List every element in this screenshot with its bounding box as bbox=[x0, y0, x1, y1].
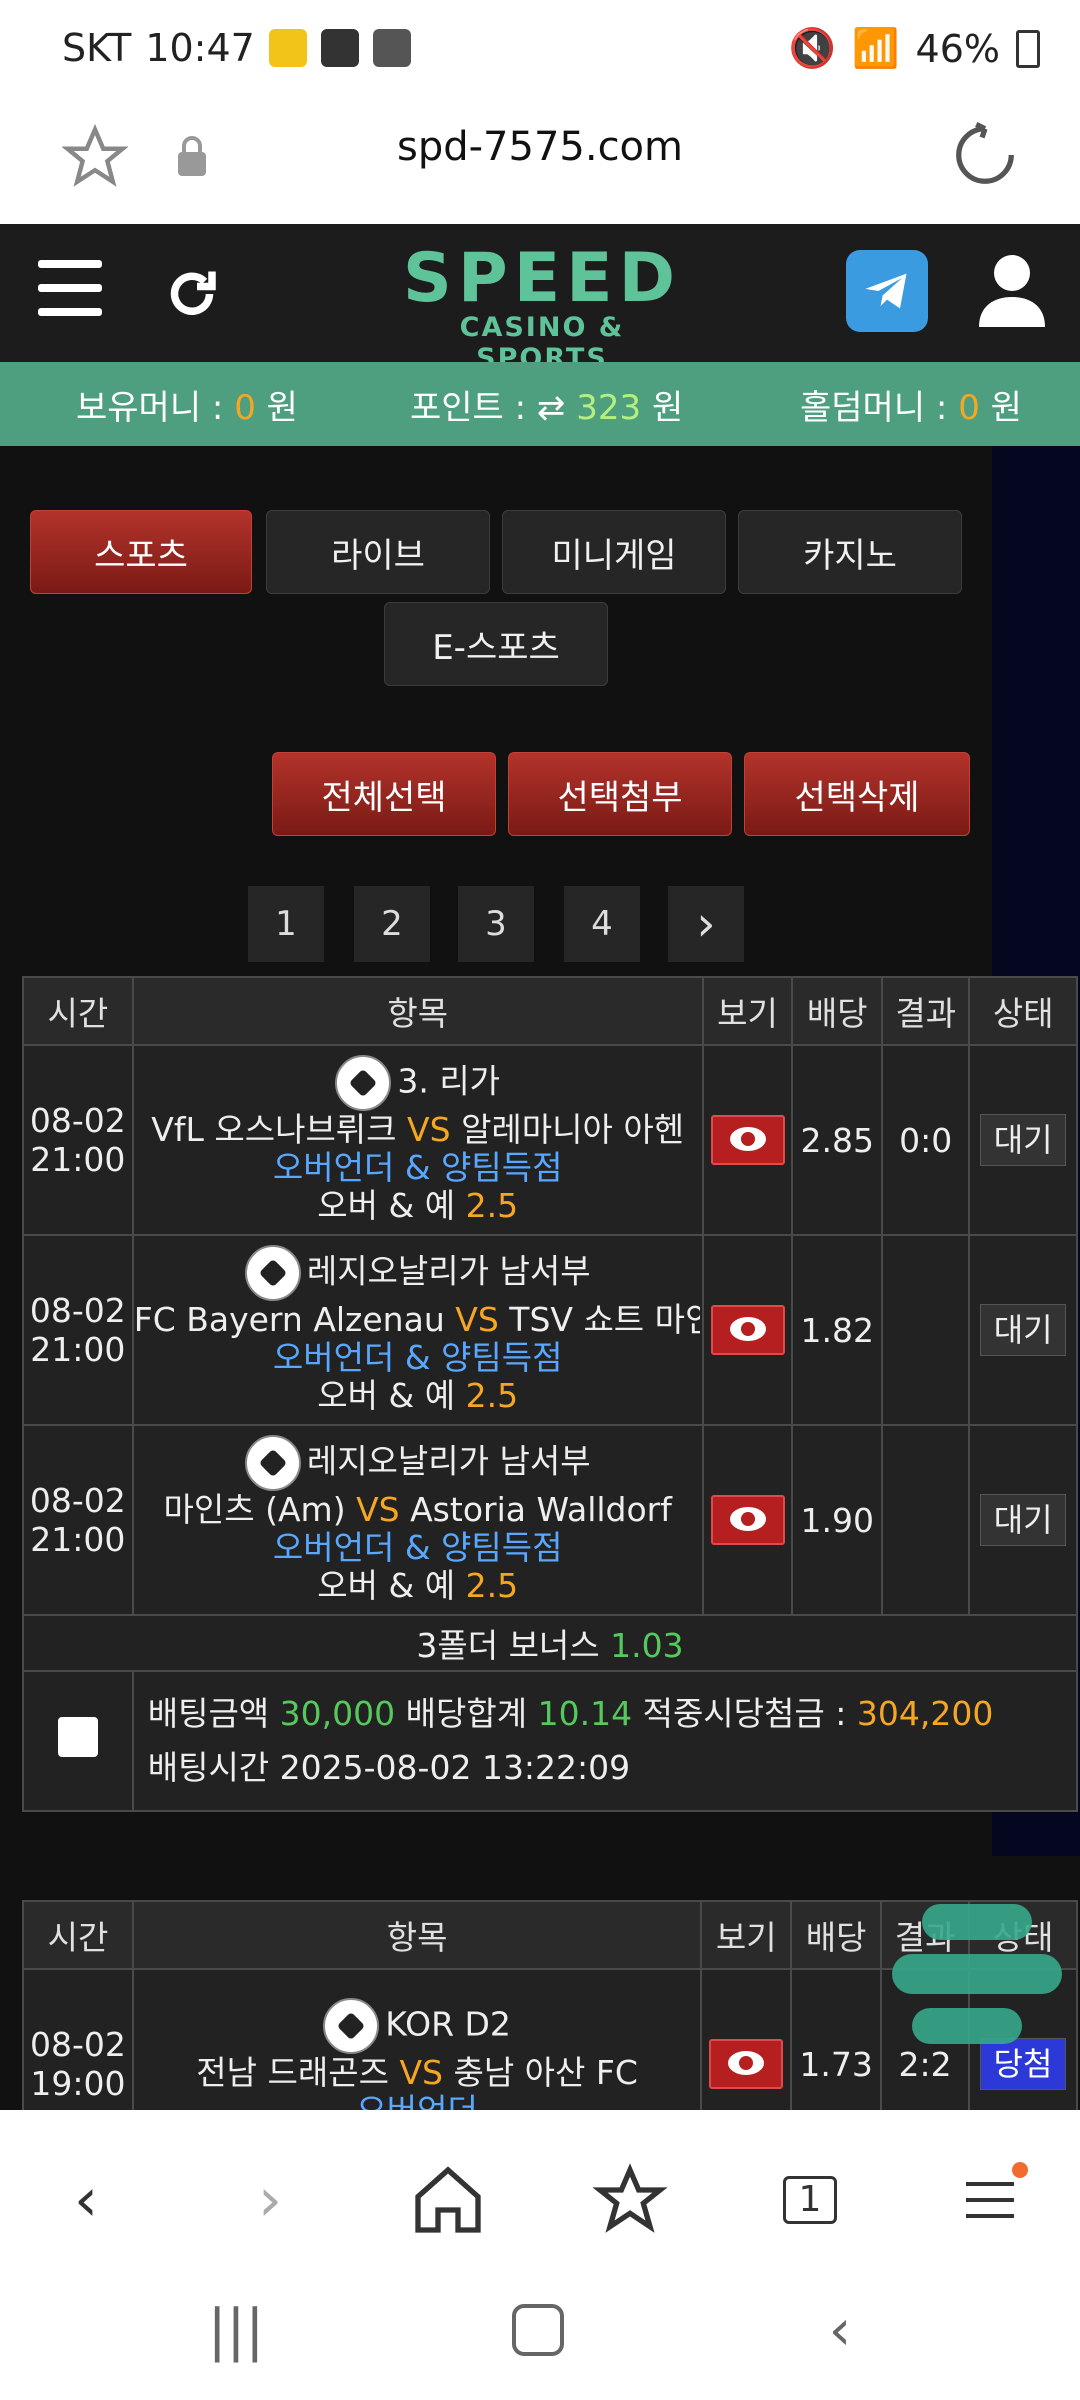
match-datetime: 08-02 19:00 bbox=[22, 1968, 134, 2110]
soccer-ball-icon bbox=[323, 1998, 380, 2054]
tab-sports[interactable]: 스포츠 bbox=[30, 510, 252, 594]
wifi-icon: 📶 bbox=[852, 26, 900, 70]
site-logo[interactable]: SPEED CASINO & SPORTS bbox=[392, 245, 692, 375]
status-badge: 대기 bbox=[980, 1304, 1067, 1356]
app-notification-icon bbox=[268, 29, 307, 67]
tab-casino[interactable]: 카지노 bbox=[738, 510, 962, 594]
money-bar: 보유머니 : 0 원 포인트 : ⇄ 323 원 홀덤머니 : 0 원 bbox=[0, 362, 1080, 446]
hamburger-menu-icon[interactable] bbox=[38, 260, 102, 322]
match-datetime: 08-02 21:00 bbox=[22, 1044, 134, 1236]
table-row: 08-02 21:00 레지오날리가 남서부 마인츠 (Am) VS Astori… bbox=[22, 1424, 1078, 1616]
status-badge: 대기 bbox=[980, 1114, 1067, 1166]
odds-value: 1.90 bbox=[791, 1424, 884, 1616]
carrier: SKT bbox=[62, 26, 132, 70]
select-all-button[interactable]: 전체선택 bbox=[272, 752, 496, 836]
browser-bottom-bar: ‹ › 1 ||| ‹ bbox=[0, 2110, 1080, 2400]
mute-icon: 🔇 bbox=[788, 26, 837, 70]
header-odds: 배당 bbox=[790, 1900, 883, 1970]
bet-select-checkbox[interactable] bbox=[57, 1717, 98, 1757]
status-badge: 대기 bbox=[980, 1494, 1067, 1546]
clock: 10:47 bbox=[145, 26, 255, 70]
balance-money: 보유머니 : 0 원 bbox=[76, 388, 298, 428]
attach-selected-button[interactable]: 선택첨부 bbox=[508, 752, 732, 836]
header-item: 항목 bbox=[131, 976, 704, 1046]
match-datetime: 08-02 21:00 bbox=[22, 1234, 134, 1426]
checkbox-notification-icon bbox=[320, 29, 359, 67]
header-view: 보기 bbox=[700, 1900, 793, 1970]
page-1-button[interactable]: 1 bbox=[248, 886, 324, 962]
header-item: 항목 bbox=[131, 1900, 703, 1970]
battery-icon bbox=[1016, 29, 1040, 68]
table-row: 08-02 21:00 레지오날리가 남서부 FC Bayern Alzenau … bbox=[22, 1234, 1078, 1426]
view-eye-icon[interactable] bbox=[709, 2039, 784, 2089]
reload-page-icon[interactable] bbox=[950, 120, 1020, 190]
tab-esports[interactable]: E-스포츠 bbox=[384, 602, 608, 686]
match-details: 3. 리가 VfL 오스나브뤼크 VS 알레마니아 아헨 오버언더 & 양팀득점… bbox=[131, 1044, 704, 1236]
forward-arrow-icon[interactable]: › bbox=[230, 2160, 310, 2240]
status-bar: SKT 10:47 🔇 📶 46% bbox=[0, 0, 1080, 100]
view-eye-icon[interactable] bbox=[710, 1115, 785, 1165]
view-eye-icon[interactable] bbox=[710, 1305, 785, 1355]
result-value bbox=[881, 1234, 971, 1426]
odds-value: 2.85 bbox=[791, 1044, 884, 1236]
page-4-button[interactable]: 4 bbox=[564, 886, 640, 962]
telegram-icon[interactable] bbox=[846, 250, 928, 332]
tab-minigame[interactable]: 미니게임 bbox=[502, 510, 726, 594]
url-text[interactable]: spd-7575.com bbox=[0, 124, 1080, 170]
main-content: 스포츠 라이브 미니게임 카지노 E-스포츠 전체선택 선택첨부 선택삭제 1 … bbox=[0, 446, 1080, 2110]
bet-slip-1: 시간 항목 보기 배당 결과 상태 08-02 21:00 3. 리가 VfL 오… bbox=[22, 976, 1079, 1812]
header-result: 결과 bbox=[881, 976, 971, 1046]
match-details: 레지오날리가 남서부 마인츠 (Am) VS Astoria Walldorf … bbox=[131, 1424, 704, 1616]
view-eye-icon[interactable] bbox=[710, 1495, 785, 1545]
home-icon[interactable] bbox=[408, 2160, 488, 2240]
result-value bbox=[881, 1424, 971, 1616]
battery-percent: 46% bbox=[915, 26, 1000, 71]
bookmarks-star-icon[interactable] bbox=[590, 2160, 670, 2240]
holdem-money: 홀덤머니 : 0 원 bbox=[800, 388, 1022, 428]
app-notification-icon-2 bbox=[372, 29, 411, 67]
recent-apps-icon[interactable]: ||| bbox=[196, 2290, 276, 2370]
site-header: SPEED CASINO & SPORTS bbox=[0, 224, 1080, 374]
refresh-icon[interactable] bbox=[162, 264, 222, 324]
table-row: 08-02 21:00 3. 리가 VfL 오스나브뤼크 VS 알레마니아 아헨 … bbox=[22, 1044, 1078, 1236]
bet-summary: 배팅금액 30,000 배당합계 10.14 적중시당첨금 : 304,200 … bbox=[131, 1670, 1079, 1812]
match-details: 레지오날리가 남서부 FC Bayern Alzenau VS TSV 쇼트 마… bbox=[131, 1234, 704, 1426]
table-header-row: 시간 항목 보기 배당 결과 상태 bbox=[22, 976, 1078, 1046]
result-value: 0:0 bbox=[881, 1044, 971, 1236]
soccer-ball-icon bbox=[244, 1245, 301, 1301]
delete-selected-button[interactable]: 선택삭제 bbox=[744, 752, 970, 836]
bonus-row: 3폴더 보너스 1.03 bbox=[22, 1614, 1078, 1672]
soccer-ball-icon bbox=[335, 1055, 392, 1111]
page-2-button[interactable]: 2 bbox=[354, 886, 430, 962]
exchange-arrows-icon[interactable]: ⇄ bbox=[537, 388, 566, 428]
floating-chat-logo[interactable] bbox=[892, 1904, 1062, 2054]
next-page-button[interactable]: › bbox=[668, 886, 744, 962]
notification-dot bbox=[1012, 2162, 1028, 2178]
browser-url-bar: spd-7575.com bbox=[0, 100, 1080, 226]
soccer-ball-icon bbox=[244, 1435, 301, 1491]
back-arrow-icon[interactable]: ‹ bbox=[46, 2160, 126, 2240]
home-button-icon[interactable] bbox=[498, 2290, 578, 2370]
tab-live[interactable]: 라이브 bbox=[266, 510, 490, 594]
system-back-icon[interactable]: ‹ bbox=[800, 2290, 880, 2370]
header-time: 시간 bbox=[22, 1900, 134, 1970]
header-status: 상태 bbox=[968, 976, 1078, 1046]
points: 포인트 : ⇄ 323 원 bbox=[410, 388, 684, 428]
header-time: 시간 bbox=[22, 976, 134, 1046]
page-3-button[interactable]: 3 bbox=[458, 886, 534, 962]
match-details: KOR D2 전남 드래곤즈 VS 충남 아산 FC 오버언더 bbox=[131, 1968, 703, 2110]
match-datetime: 08-02 21:00 bbox=[22, 1424, 134, 1616]
menu-icon[interactable] bbox=[950, 2160, 1030, 2240]
header-view: 보기 bbox=[701, 976, 794, 1046]
odds-value: 1.82 bbox=[791, 1234, 884, 1426]
tabs-icon[interactable]: 1 bbox=[770, 2160, 850, 2240]
header-odds: 배당 bbox=[791, 976, 884, 1046]
odds-value: 1.73 bbox=[790, 1968, 883, 2110]
user-profile-icon[interactable] bbox=[976, 248, 1048, 328]
bet-summary-row: 배팅금액 30,000 배당합계 10.14 적중시당첨금 : 304,200 … bbox=[22, 1670, 1079, 1812]
